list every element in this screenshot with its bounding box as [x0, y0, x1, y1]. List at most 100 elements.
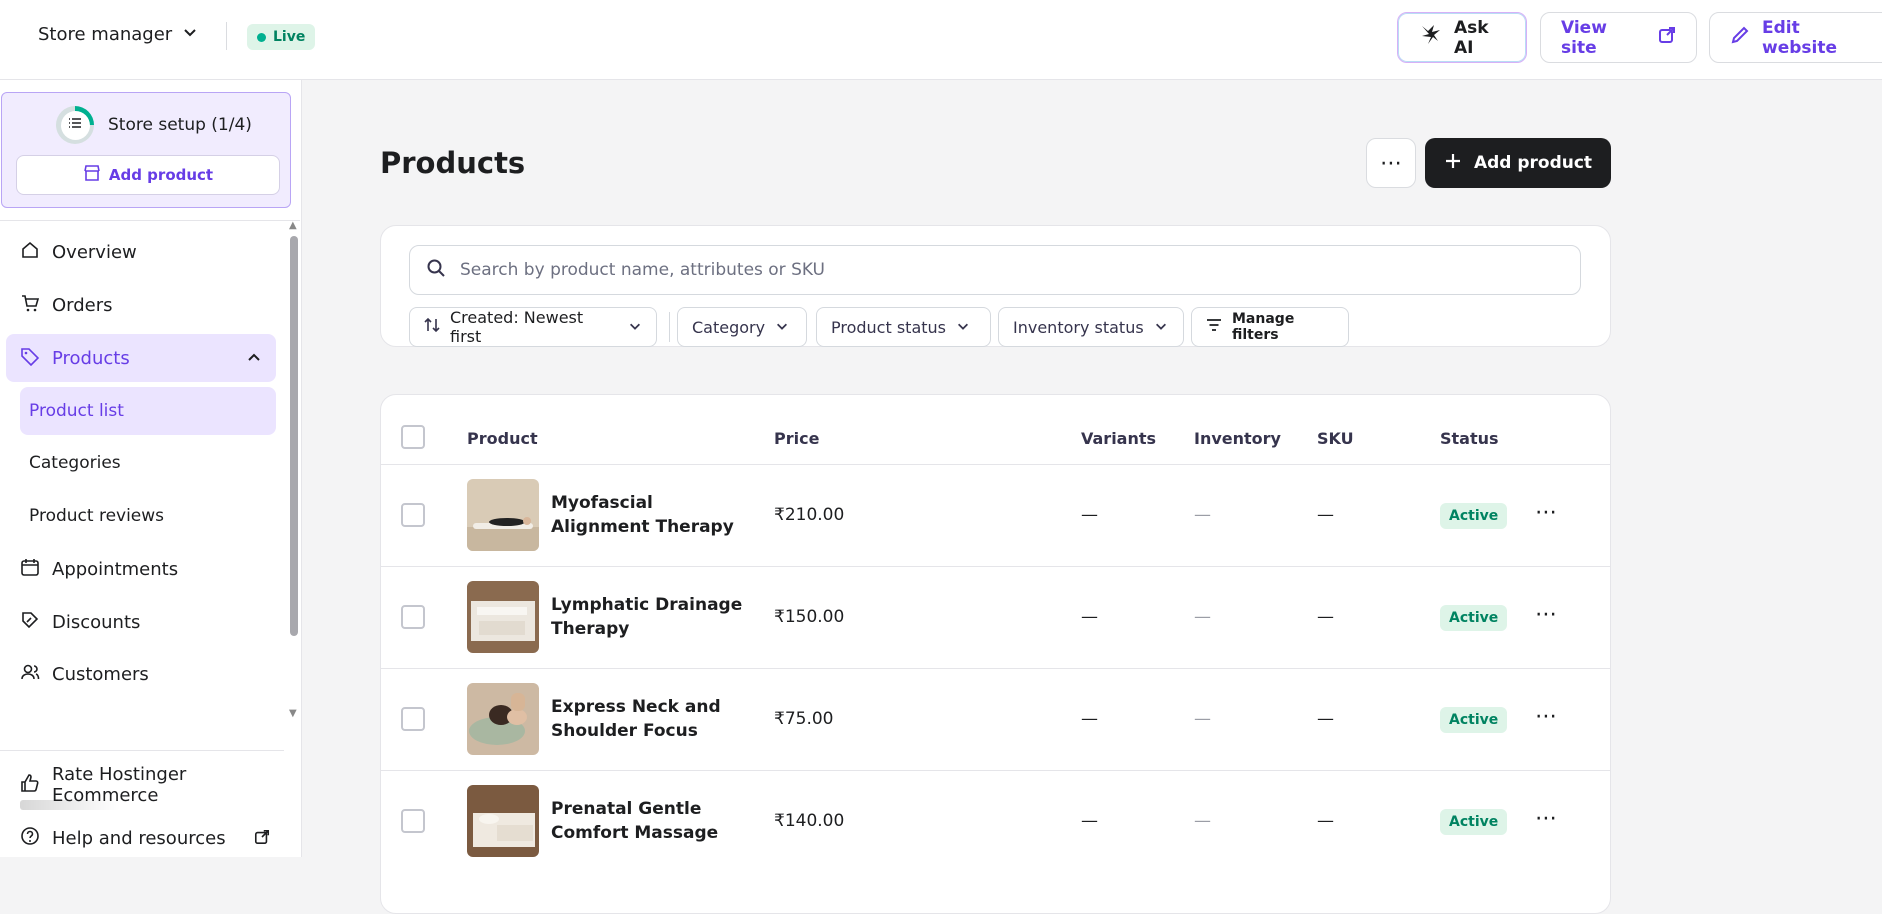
store-setup-card: Store setup (1/4) Add product	[1, 92, 291, 208]
more-horizontal-icon: ⋯	[1535, 601, 1557, 627]
row-more-button[interactable]: ⋯	[1529, 597, 1563, 631]
rate-hostinger-button[interactable]: Rate Hostinger Ecommerce	[6, 761, 276, 809]
divider	[669, 312, 670, 342]
product-sku: —	[1317, 607, 1334, 627]
product-name[interactable]: Express Neck and Shoulder Focus	[551, 695, 751, 743]
sidebar-item-label: Products	[52, 347, 130, 369]
row-checkbox[interactable]	[401, 809, 425, 833]
category-filter-label: Category	[692, 317, 766, 337]
sidebar-item-products[interactable]: Products	[6, 334, 276, 382]
discount-icon	[20, 610, 40, 635]
column-header-sku: SKU	[1317, 429, 1354, 448]
row-more-button[interactable]: ⋯	[1529, 495, 1563, 529]
sidebar-item-product-list[interactable]: Product list	[20, 387, 276, 435]
product-inventory: —	[1194, 709, 1211, 729]
sort-dropdown[interactable]: Created: Newest first	[409, 307, 657, 347]
select-all-checkbox[interactable]	[401, 425, 425, 449]
ask-ai-button[interactable]: Ask AI	[1397, 12, 1527, 63]
category-filter[interactable]: Category	[677, 307, 807, 347]
sort-icon	[424, 317, 440, 337]
chevron-up-icon	[246, 349, 262, 370]
scroll-down-arrow-icon[interactable]: ▼	[289, 708, 297, 719]
home-icon	[20, 240, 40, 265]
tag-icon	[20, 346, 40, 371]
row-checkbox[interactable]	[401, 707, 425, 731]
sidebar-item-categories[interactable]: Categories	[20, 439, 276, 487]
list-icon	[68, 115, 82, 135]
sidebar-item-discounts[interactable]: Discounts	[6, 598, 276, 646]
edit-website-button[interactable]: Edit website	[1709, 12, 1882, 63]
sidebar-item-orders[interactable]: Orders	[6, 281, 276, 329]
product-sku: —	[1317, 505, 1334, 525]
manage-filters-button[interactable]: Manage filters	[1191, 307, 1349, 347]
store-manager-label: Store manager	[38, 24, 173, 45]
product-inventory: —	[1194, 811, 1211, 831]
sidebar-item-label: Help and resources	[52, 827, 226, 849]
sidebar-item-overview[interactable]: Overview	[6, 228, 276, 276]
search-input[interactable]	[460, 260, 1560, 280]
manage-filters-label: Manage filters	[1232, 311, 1295, 343]
more-horizontal-icon: ⋯	[1535, 703, 1557, 729]
help-icon	[20, 826, 40, 851]
row-more-button[interactable]: ⋯	[1529, 699, 1563, 733]
table-row[interactable]: Express Neck and Shoulder Focus ₹75.00 —…	[381, 668, 1610, 770]
table-row[interactable]: Myofascial Alignment Therapy ₹210.00 — —…	[381, 464, 1610, 566]
inventory-status-filter[interactable]: Inventory status	[998, 307, 1184, 347]
view-site-button[interactable]: View site	[1540, 12, 1697, 63]
product-price: ₹140.00	[774, 811, 845, 831]
product-status-filter-label: Product status	[831, 317, 946, 337]
product-variants: —	[1081, 607, 1098, 627]
row-checkbox[interactable]	[401, 503, 425, 527]
product-name[interactable]: Lymphatic Drainage Therapy	[551, 593, 751, 641]
more-horizontal-icon: ⋯	[1535, 805, 1557, 831]
view-site-label: View site	[1561, 17, 1607, 58]
add-product-button[interactable]: Add product	[1425, 138, 1611, 188]
sidebar-item-appointments[interactable]: Appointments	[6, 545, 276, 593]
table-row[interactable]: Lymphatic Drainage Therapy ₹150.00 — — —…	[381, 566, 1610, 668]
product-variants: —	[1081, 505, 1098, 525]
store-setup-label: Store setup (1/4)	[108, 115, 252, 135]
row-more-button[interactable]: ⋯	[1529, 801, 1563, 835]
search-icon	[426, 258, 446, 282]
product-thumbnail	[467, 581, 539, 653]
sidebar-item-product-reviews[interactable]: Product reviews	[20, 492, 276, 540]
product-sku: —	[1317, 709, 1334, 729]
product-name[interactable]: Prenatal Gentle Comfort Massage	[551, 797, 751, 845]
filter-icon	[1206, 317, 1222, 337]
column-header-status: Status	[1440, 429, 1499, 448]
calendar-icon	[20, 557, 40, 582]
scroll-up-arrow-icon[interactable]: ▲	[289, 220, 297, 231]
status-badge: Active	[1440, 707, 1508, 733]
inventory-status-filter-label: Inventory status	[1013, 317, 1144, 337]
store-manager-switcher[interactable]: Store manager	[38, 24, 198, 45]
help-resources-link[interactable]: Help and resources	[6, 814, 276, 862]
more-options-button[interactable]: ⋯	[1366, 138, 1416, 188]
customers-icon	[20, 662, 40, 687]
store-icon	[83, 164, 101, 186]
live-dot-icon	[257, 32, 266, 42]
column-header-variants: Variants	[1081, 429, 1157, 448]
sort-label: Created: Newest first	[450, 308, 584, 346]
page-title: Products	[380, 146, 526, 180]
product-status-filter[interactable]: Product status	[816, 307, 991, 347]
search-field[interactable]	[409, 245, 1581, 295]
edit-website-label: Edit website	[1762, 17, 1838, 58]
top-bar: Store manager Live Ask AI View site Edit…	[0, 0, 1882, 80]
column-header-product: Product	[467, 429, 538, 448]
sidebar-scrollbar[interactable]	[290, 236, 298, 636]
sidebar-item-customers[interactable]: Customers	[6, 650, 276, 698]
filter-card: Created: Newest first Category Product s…	[380, 225, 1611, 347]
setup-add-product-button[interactable]: Add product	[16, 155, 280, 195]
column-header-price: Price	[774, 429, 820, 448]
add-product-label: Add product	[1473, 153, 1593, 173]
store-setup-progress[interactable]: Store setup (1/4)	[56, 106, 252, 144]
external-link-icon	[1658, 26, 1676, 49]
row-checkbox[interactable]	[401, 605, 425, 629]
product-variants: —	[1081, 709, 1098, 729]
status-badge: Active	[1440, 503, 1508, 529]
product-sku: —	[1317, 811, 1334, 831]
pencil-icon	[1730, 25, 1750, 50]
product-thumbnail	[467, 683, 539, 755]
product-name[interactable]: Myofascial Alignment Therapy	[551, 491, 751, 539]
divider	[226, 22, 227, 50]
